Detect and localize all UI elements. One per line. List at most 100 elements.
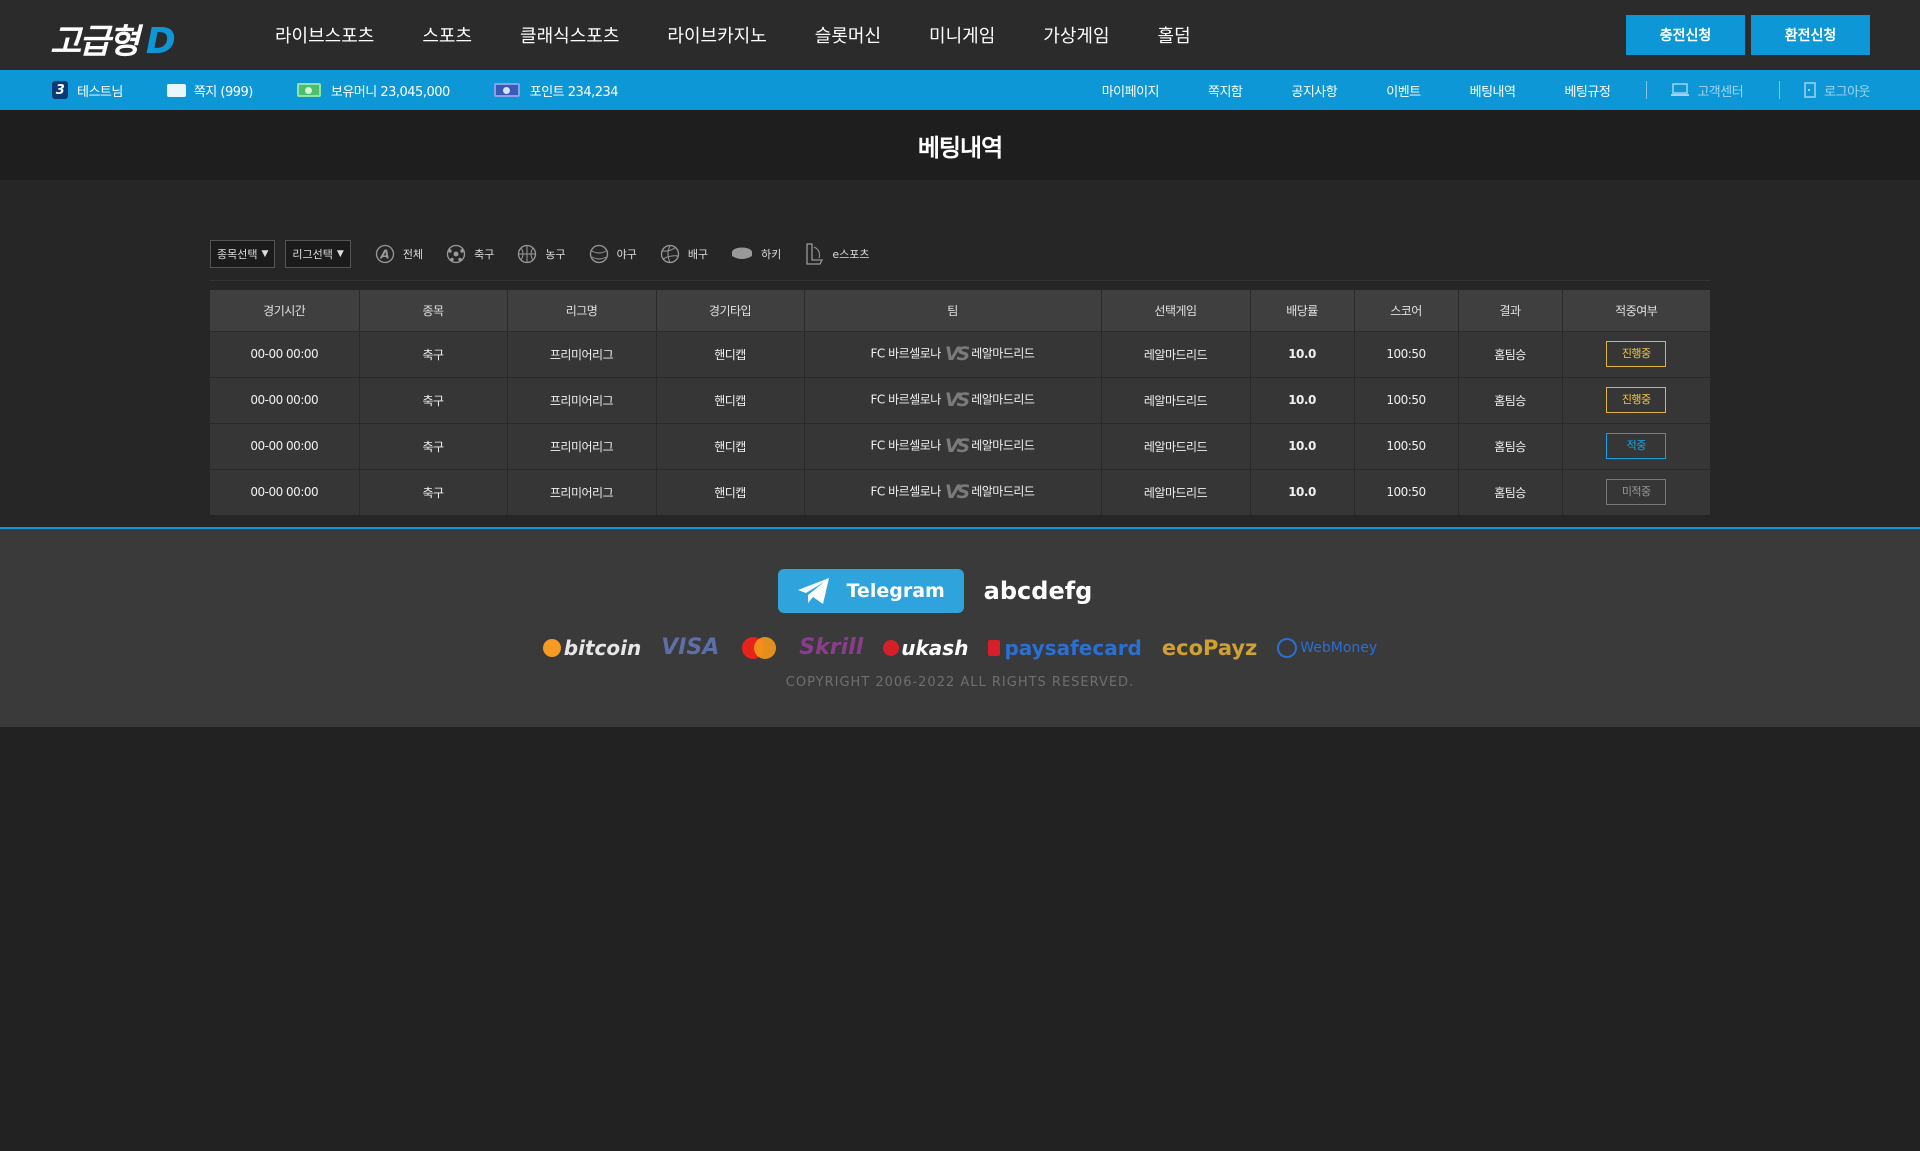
divider	[1779, 81, 1781, 99]
sub-nav-notice[interactable]: 공지사항	[1291, 81, 1337, 100]
message-icon	[166, 83, 186, 97]
user-info: 3 테스트님 쪽지 (999) 보유머니 23,045,000 포인트 234,…	[52, 81, 662, 100]
nav-slot-machine[interactable]: 슬롯머신	[815, 22, 881, 48]
sub-nav-bet-rules[interactable]: 베팅규정	[1564, 81, 1610, 100]
messages-link[interactable]: 쪽지 (999)	[166, 81, 253, 100]
money-label: 보유머니 23,045,000	[330, 84, 450, 100]
result: 홈팀승	[1458, 468, 1563, 515]
soccer-ball-icon	[446, 244, 466, 264]
nav-live-casino[interactable]: 라이브카지노	[667, 22, 766, 48]
status-badge: 진행중	[1606, 387, 1667, 413]
tab-label: e스포츠	[832, 248, 870, 261]
column-header: 팀	[804, 290, 1102, 331]
page-title: 베팅내역	[917, 133, 1003, 162]
league-select-value: 리그선택	[292, 248, 333, 261]
telegram-row: Telegram abcdefg	[0, 569, 1920, 613]
tab-label: 하키	[761, 248, 782, 261]
deposit-button[interactable]: 충전신청	[1626, 15, 1745, 55]
home-team: FC 바르셀로나	[870, 392, 942, 407]
withdraw-button[interactable]: 환전신청	[1751, 15, 1870, 55]
score: 100:50	[1354, 422, 1459, 469]
nav-mini-game[interactable]: 미니게임	[929, 22, 995, 48]
tab-label: 농구	[545, 248, 566, 261]
nav-sports[interactable]: 스포츠	[422, 22, 472, 48]
tab-label: 야구	[616, 248, 637, 261]
payment-name: ukash	[901, 635, 969, 660]
table-row: 00-00 00:00 축구 프리미어리그 핸디캡 FC 바르셀로나 VS 레알마드…	[210, 376, 1710, 423]
away-team: 레알마드리드	[971, 484, 1035, 499]
tab-hockey[interactable]: 하키	[731, 245, 781, 263]
match-time: 00-00 00:00	[210, 376, 360, 423]
tab-volleyball[interactable]: 배구	[660, 244, 708, 264]
nav-classic-sports[interactable]: 클래식스포츠	[520, 22, 619, 48]
league: 프리미어리그	[507, 330, 657, 377]
ecopayz-logo: ecoPayz	[1162, 636, 1257, 660]
bet-history-section: 종목선택 ▼ 리그선택 ▼ A 전체 축구 농구 야구 배구 하키 e스포츠 경…	[0, 180, 1920, 527]
column-header: 스코어	[1354, 290, 1459, 331]
payment-logos: bitcoin VISA Skrill ukash paysafecard ec…	[0, 635, 1920, 660]
nav-holdem[interactable]: 홀덤	[1158, 22, 1191, 48]
webmoney-logo: WebMoney	[1277, 637, 1378, 658]
ukash-logo: ukash	[883, 636, 968, 660]
money-icon	[296, 83, 321, 97]
telegram-button[interactable]: Telegram	[777, 569, 964, 613]
support-icon	[1671, 83, 1690, 96]
footer: Telegram abcdefg bitcoin VISA Skrill uka…	[0, 527, 1920, 727]
payment-name: ecoPayz	[1161, 635, 1258, 660]
tab-soccer[interactable]: 축구	[446, 244, 494, 264]
tab-esports[interactable]: e스포츠	[804, 243, 869, 265]
tab-label: 전체	[402, 248, 424, 261]
result: 홈팀승	[1458, 330, 1563, 377]
logout-link[interactable]: 로그아웃	[1804, 81, 1870, 100]
divider	[1646, 81, 1648, 99]
top-header: 고급형 D 라이브스포츠 스포츠 클래식스포츠 라이브카지노 슬롯머신 미니게임 …	[0, 0, 1920, 70]
game-type: 핸디캡	[656, 422, 805, 469]
divider	[210, 280, 1710, 281]
support-link[interactable]: 고객센터	[1671, 81, 1744, 100]
column-header: 적중여부	[1562, 290, 1710, 331]
logout-icon	[1804, 82, 1816, 98]
sport-select[interactable]: 종목선택 ▼	[210, 240, 276, 268]
odds: 10.0	[1250, 330, 1355, 377]
tab-baseball[interactable]: 야구	[589, 244, 637, 264]
tab-all[interactable]: A 전체	[375, 244, 423, 264]
game-type: 핸디캡	[656, 376, 805, 423]
logo-letter: D	[145, 21, 176, 62]
payment-name: VISA	[661, 635, 720, 660]
league: 프리미어리그	[507, 422, 657, 469]
sub-nav-inbox[interactable]: 쪽지함	[1208, 81, 1243, 100]
logo-text: 고급형	[50, 22, 140, 62]
tab-label: 축구	[474, 248, 495, 261]
copyright: COPYRIGHT 2006-2022 ALL RIGHTS RESERVED.	[785, 675, 1135, 690]
score: 100:50	[1354, 468, 1459, 515]
point-label: 포인트 234,234	[529, 84, 619, 100]
sub-nav-bet-history[interactable]: 베팅내역	[1470, 81, 1516, 100]
league-select[interactable]: 리그선택 ▼	[285, 240, 351, 268]
game-type: 핸디캡	[656, 468, 805, 515]
filter-row: 종목선택 ▼ 리그선택 ▼ A 전체 축구 농구 야구 배구 하키 e스포츠	[210, 234, 1710, 274]
away-team: 레알마드리드	[971, 346, 1035, 361]
tab-label: 배구	[687, 248, 709, 261]
payment-name: WebMoney	[1300, 639, 1378, 656]
site-logo[interactable]: 고급형 D	[50, 14, 176, 63]
home-team: FC 바르셀로나	[870, 346, 942, 361]
sub-nav-event[interactable]: 이벤트	[1386, 81, 1421, 100]
payment-name: bitcoin	[563, 635, 642, 660]
status-cell: 미적중	[1562, 468, 1710, 515]
mastercard-icon	[742, 636, 777, 659]
mastercard-logo	[739, 636, 779, 660]
match-time: 00-00 00:00	[210, 422, 360, 469]
page-background	[0, 727, 1920, 1148]
teams: FC 바르셀로나 VS 레알마드리드	[804, 422, 1102, 469]
tab-basketball[interactable]: 농구	[517, 244, 566, 264]
sub-nav-mypage[interactable]: 마이페이지	[1102, 81, 1160, 100]
nav-virtual-game[interactable]: 가상게임	[1043, 22, 1109, 48]
selected-pick: 레알마드리드	[1101, 468, 1251, 515]
selected-pick: 레알마드리드	[1101, 330, 1251, 377]
status-badge: 미적중	[1606, 479, 1667, 506]
away-team: 레알마드리드	[971, 438, 1035, 453]
logout-label: 로그아웃	[1824, 84, 1870, 100]
point-icon	[493, 83, 520, 97]
nav-live-sports[interactable]: 라이브스포츠	[275, 22, 374, 48]
table-row: 00-00 00:00 축구 프리미어리그 핸디캡 FC 바르셀로나 VS 레알마드…	[210, 422, 1710, 469]
